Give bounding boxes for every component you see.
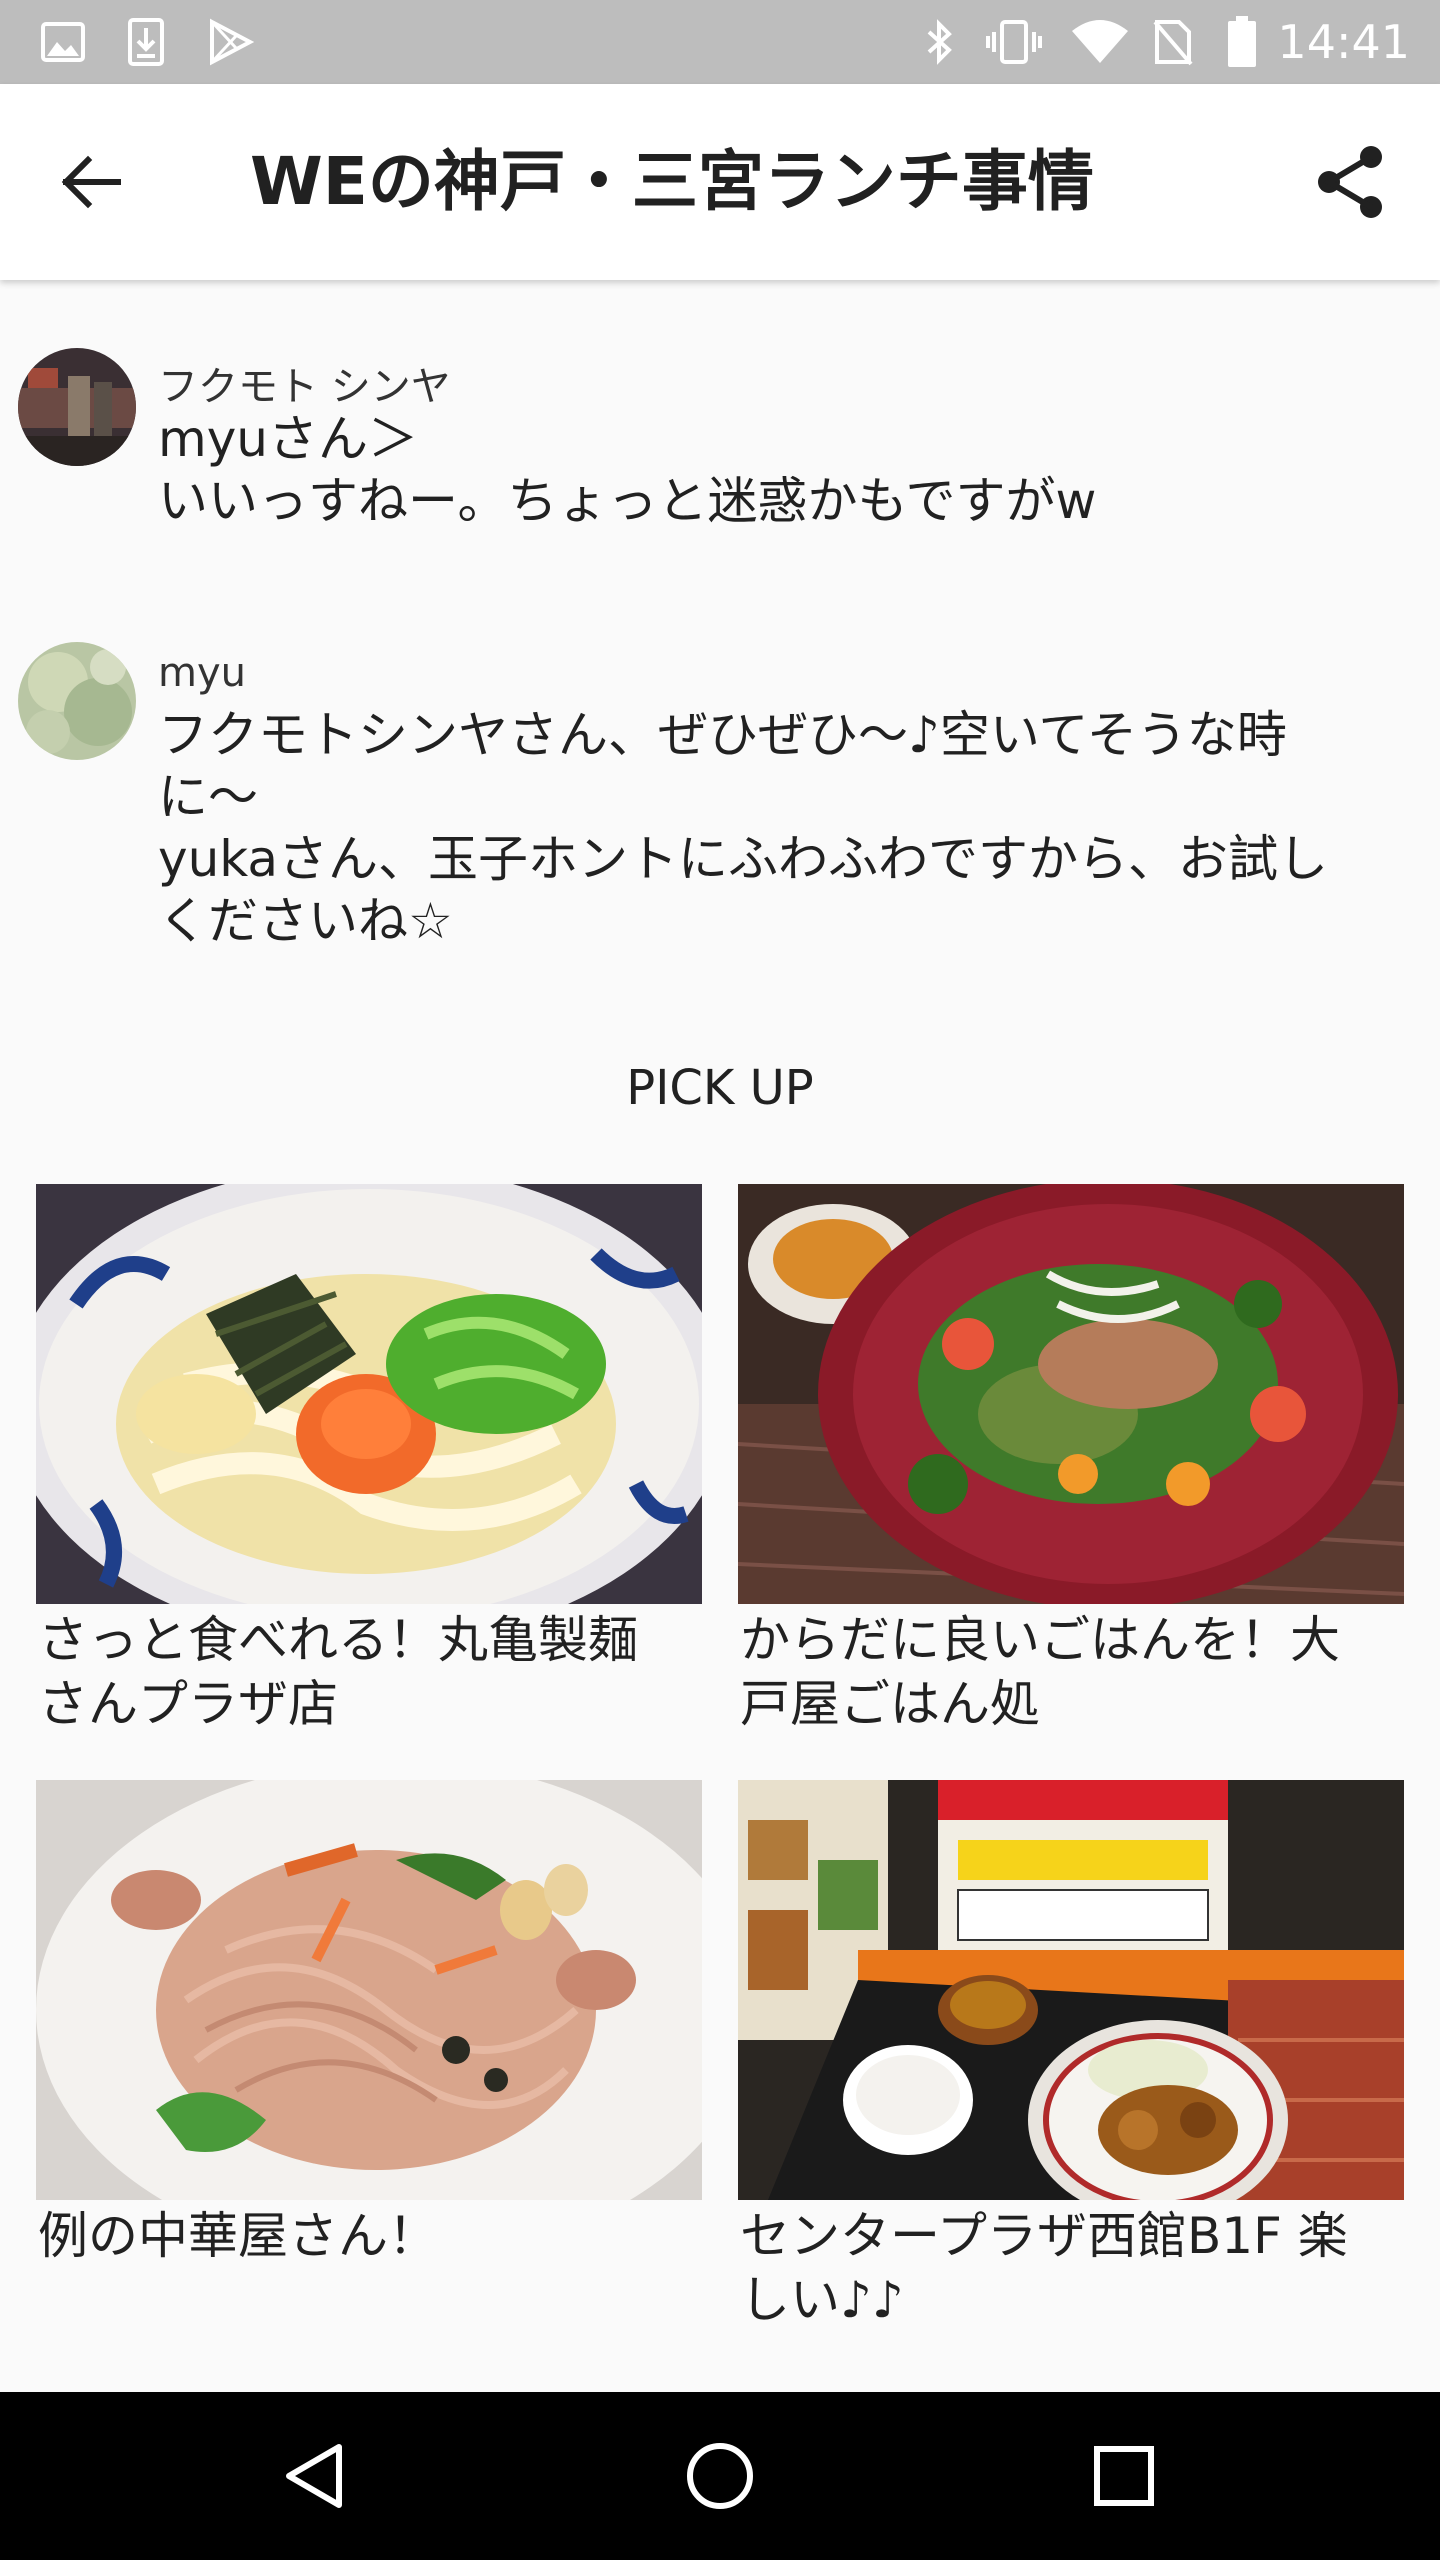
share-button[interactable]: [1300, 132, 1400, 232]
nav-recents-button[interactable]: [1074, 2426, 1174, 2526]
comment-author: フクモト シンヤ: [158, 364, 451, 410]
avatar[interactable]: [18, 348, 136, 466]
nav-home-icon: [687, 2443, 753, 2509]
pickup-photo: [738, 1184, 1404, 1604]
comment-body: myuさん＞ いいっすねー。ちょっと迷惑かもですがw: [158, 410, 1097, 530]
play-store-icon: [204, 0, 256, 84]
nav-recents-icon: [1094, 2446, 1154, 2506]
nav-back-icon: [286, 2444, 342, 2508]
share-icon: [1318, 146, 1382, 218]
pickup-title: PICK UP: [626, 1060, 814, 1116]
comment-body: フクモトシンヤさん、ぜひぜひ〜♪空いてそうな時 に〜 yukaさん、玉子ホントに…: [158, 706, 1328, 950]
back-button[interactable]: [40, 132, 140, 232]
status-time: 14:41: [1277, 15, 1410, 69]
pickup-caption: さっと食べれる！丸亀製麺 さんプラザ店: [38, 1611, 638, 1733]
comment-author: myu: [158, 650, 246, 696]
download-icon: [124, 0, 168, 84]
page-title: WEの神戸・三宮ランチ事情: [250, 143, 1094, 220]
arrow-back-icon: [61, 155, 121, 209]
pickup-photo: [36, 1184, 702, 1604]
app-bar: WEの神戸・三宮ランチ事情: [0, 84, 1440, 280]
navigation-bar: [0, 2392, 1440, 2560]
pickup-photo: [36, 1780, 702, 2200]
vibrate-icon: [982, 0, 1046, 84]
wifi-icon: [1068, 0, 1132, 84]
no-sim-icon: [1150, 0, 1196, 84]
pickup-photo: [738, 1780, 1404, 2200]
battery-icon: [1224, 0, 1260, 84]
pickup-caption: センタープラザ西館B1F 楽 しい♪♪: [740, 2207, 1348, 2329]
bluetooth-icon: [920, 0, 960, 84]
avatar[interactable]: [18, 642, 136, 760]
nav-back-button[interactable]: [266, 2426, 366, 2526]
pickup-caption: からだに良いごはんを！大 戸屋ごはん処: [740, 1611, 1340, 1733]
nav-home-button[interactable]: [670, 2426, 770, 2526]
image-icon: [38, 0, 88, 84]
status-bar: 14:41: [0, 0, 1440, 84]
pickup-caption: 例の中華屋さん！: [38, 2207, 438, 2265]
